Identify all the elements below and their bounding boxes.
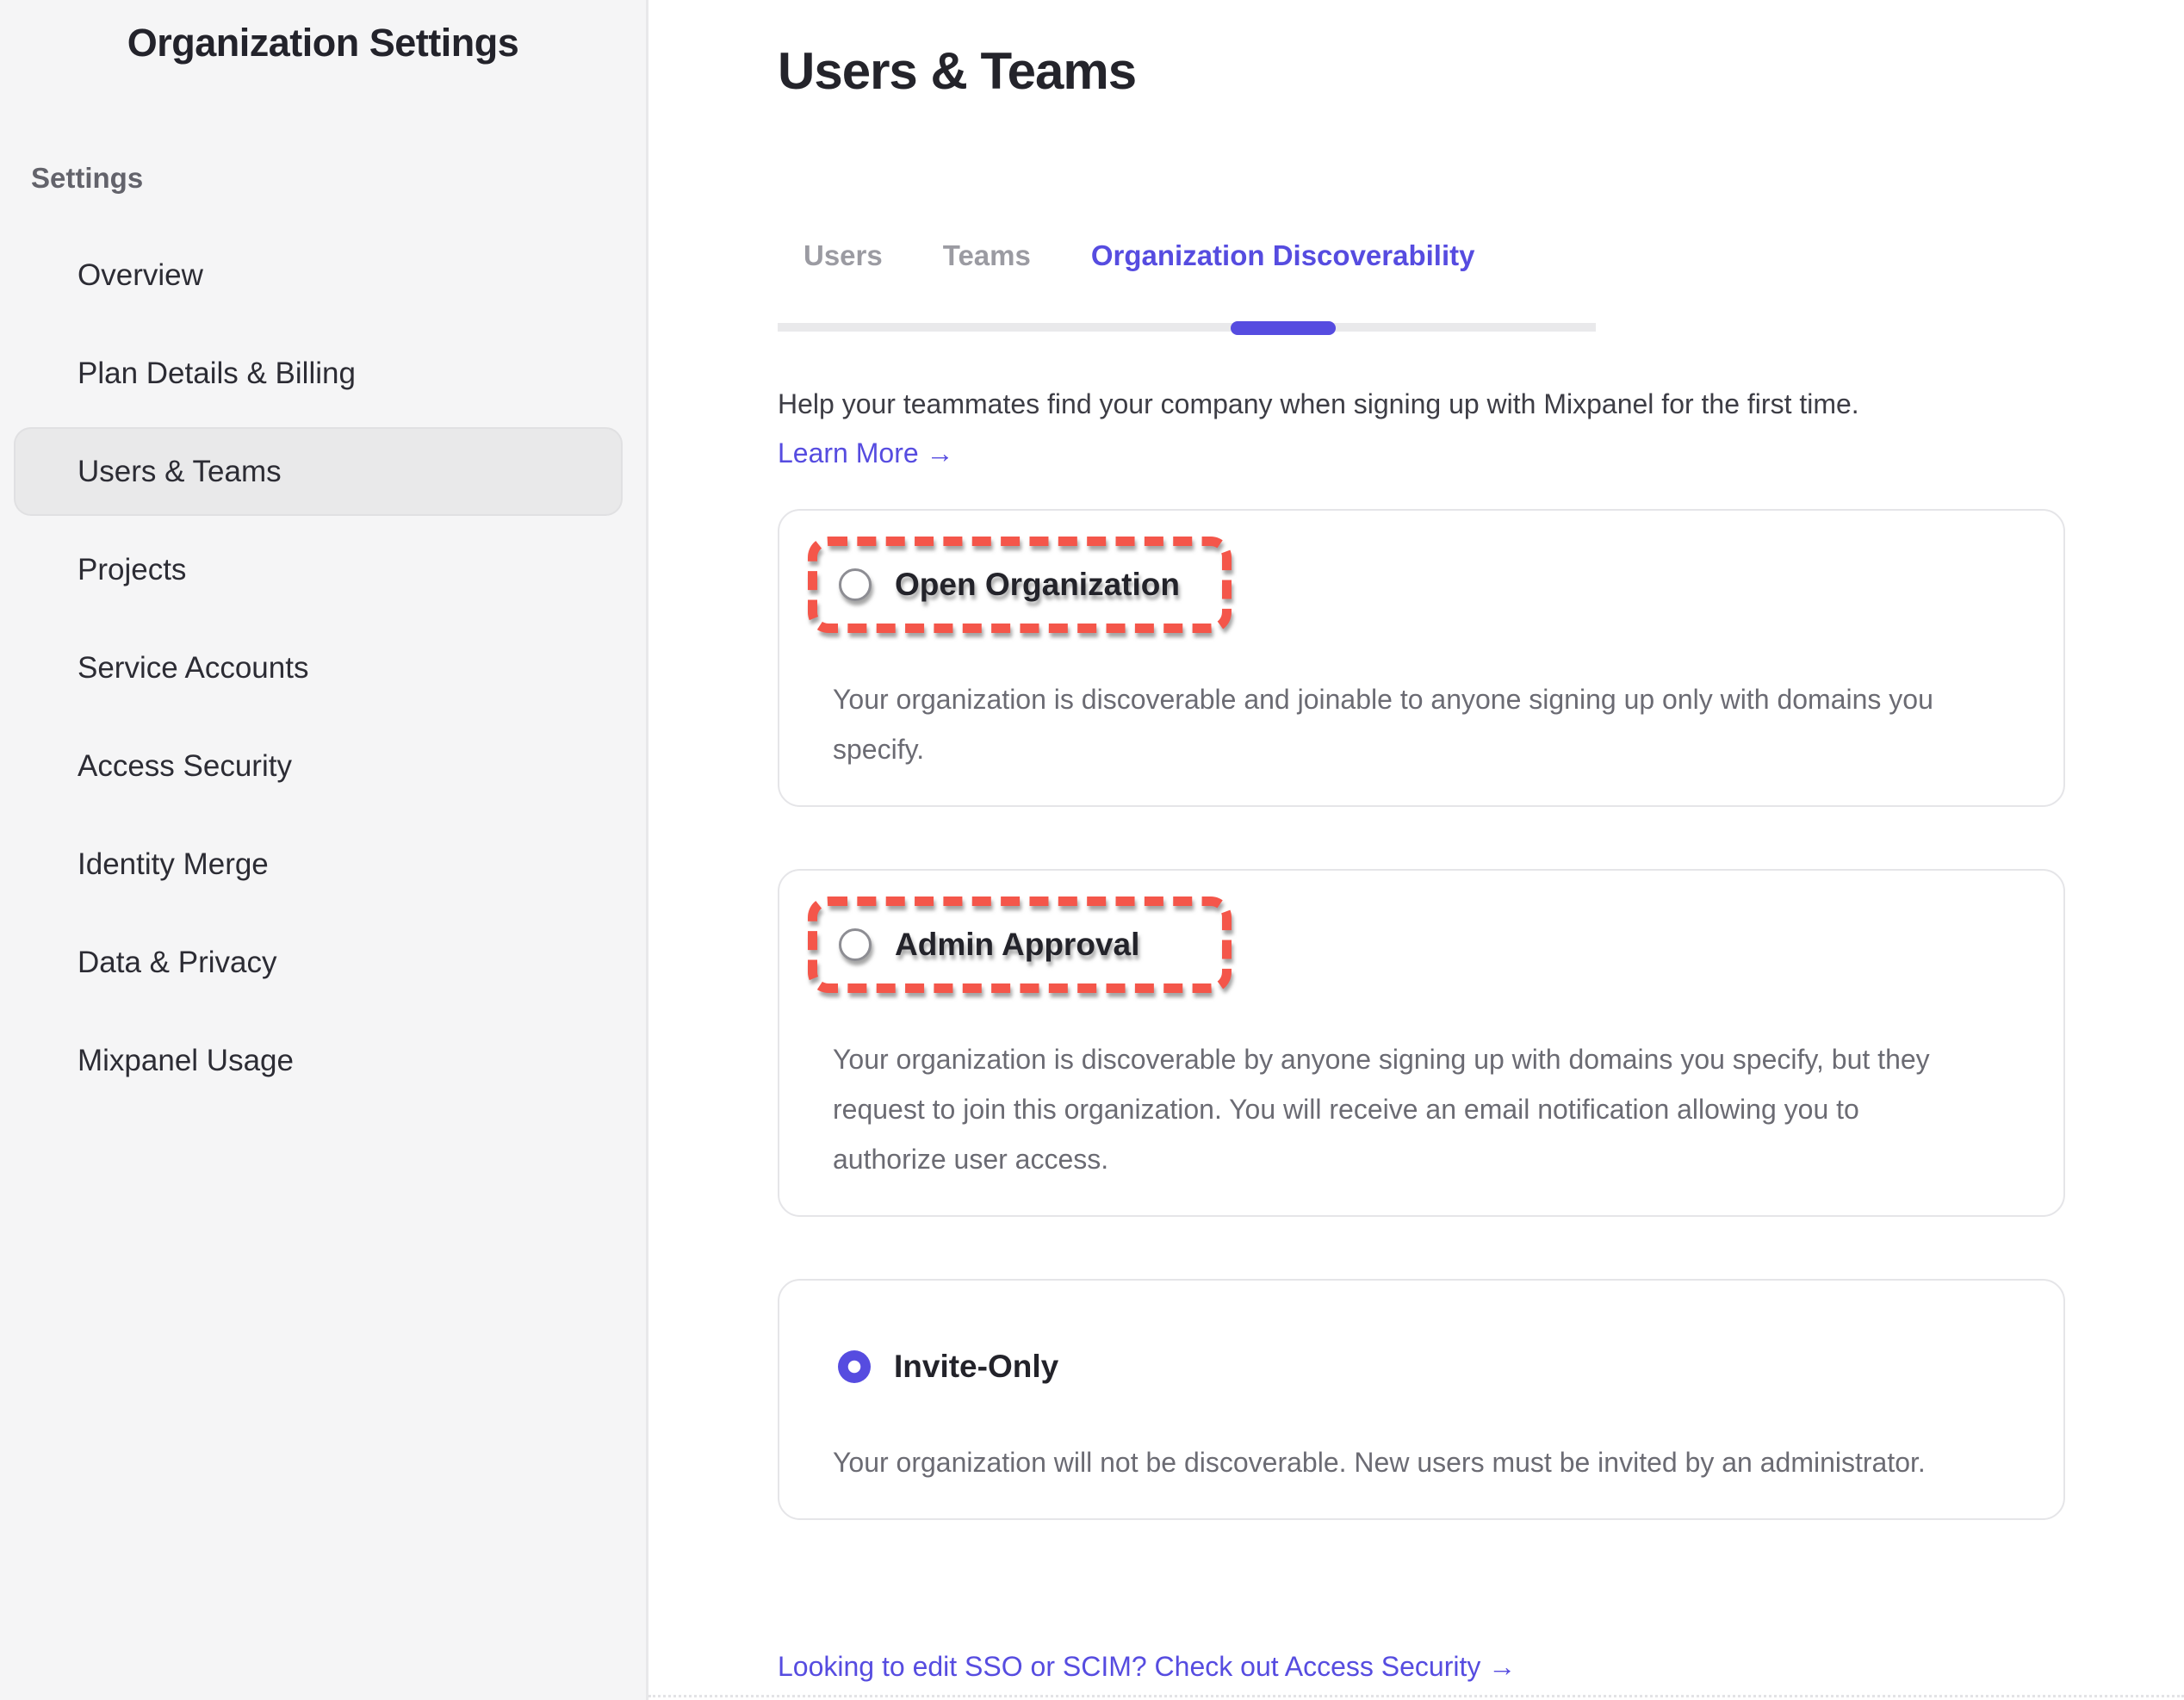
access-security-link-label: Looking to edit SSO or SCIM? Check out A… (778, 1651, 1480, 1682)
radio-invite-only[interactable] (838, 1350, 871, 1383)
sidebar-item-plan-details-billing[interactable]: Plan Details & Billing (14, 329, 623, 418)
arrow-right-icon: → (1488, 1651, 1516, 1682)
option-description: Your organization is discoverable by any… (833, 1034, 1978, 1184)
option-card-open-organization: Open Organization Your organization is d… (778, 509, 2065, 807)
page-title: Users & Teams (778, 41, 2156, 101)
tab-teams[interactable]: Teams (926, 237, 1048, 275)
sidebar-title: Organization Settings (0, 21, 646, 65)
tab-underline-track (778, 323, 1596, 332)
option-label-open-organization[interactable]: Open Organization (895, 567, 1180, 603)
bottom-divider (648, 1695, 2184, 1697)
learn-more-link[interactable]: Learn More → (778, 437, 954, 469)
option-label-invite-only[interactable]: Invite-Only (894, 1349, 1058, 1385)
sidebar-item-identity-merge[interactable]: Identity Merge (14, 820, 623, 909)
tab-users[interactable]: Users (786, 237, 900, 275)
sidebar-item-data-privacy[interactable]: Data & Privacy (14, 918, 623, 1007)
option-description: Your organization will not be discoverab… (833, 1437, 1978, 1487)
sidebar-item-overview[interactable]: Overview (14, 231, 623, 320)
radio-admin-approval[interactable] (839, 928, 872, 961)
organization-settings-app: Organization Settings Settings Overview … (0, 0, 2184, 1700)
sidebar-nav: Overview Plan Details & Billing Users & … (0, 231, 646, 1105)
sidebar-item-mixpanel-usage[interactable]: Mixpanel Usage (14, 1016, 623, 1105)
sidebar-item-service-accounts[interactable]: Service Accounts (14, 624, 623, 712)
tabs-row: Users Teams Organization Discoverability (778, 237, 1596, 275)
sidebar-item-users-teams[interactable]: Users & Teams (14, 427, 623, 516)
learn-more-label: Learn More (778, 437, 919, 468)
tab-strip: Users Teams Organization Discoverability (778, 237, 1596, 332)
arrow-right-icon: → (927, 437, 954, 468)
option-card-admin-approval: Admin Approval Your organization is disc… (778, 869, 2065, 1217)
option-description: Your organization is discoverable and jo… (833, 674, 1978, 774)
sidebar-item-access-security[interactable]: Access Security (14, 722, 623, 810)
option-label-admin-approval[interactable]: Admin Approval (895, 927, 1139, 963)
discoverability-options: Open Organization Your organization is d… (778, 509, 2065, 1520)
intro-text: Help your teammates find your company wh… (778, 388, 2156, 420)
sidebar-item-projects[interactable]: Projects (14, 525, 623, 614)
access-security-link[interactable]: Looking to edit SSO or SCIM? Check out A… (778, 1651, 1516, 1683)
tab-organization-discoverability[interactable]: Organization Discoverability (1074, 237, 1492, 275)
annotation-highlight-admin-approval: Admin Approval (808, 897, 1232, 993)
option-card-invite-only: Invite-Only Your organization will not b… (778, 1279, 2065, 1520)
option-head-invite-only: Invite-Only (838, 1348, 2012, 1386)
settings-sidebar: Organization Settings Settings Overview … (0, 0, 648, 1700)
annotation-highlight-open-organization: Open Organization (808, 537, 1232, 633)
radio-open-organization[interactable] (839, 568, 872, 601)
sidebar-section-label: Settings (31, 162, 646, 195)
main-content: Users & Teams Users Teams Organization D… (648, 0, 2184, 1700)
